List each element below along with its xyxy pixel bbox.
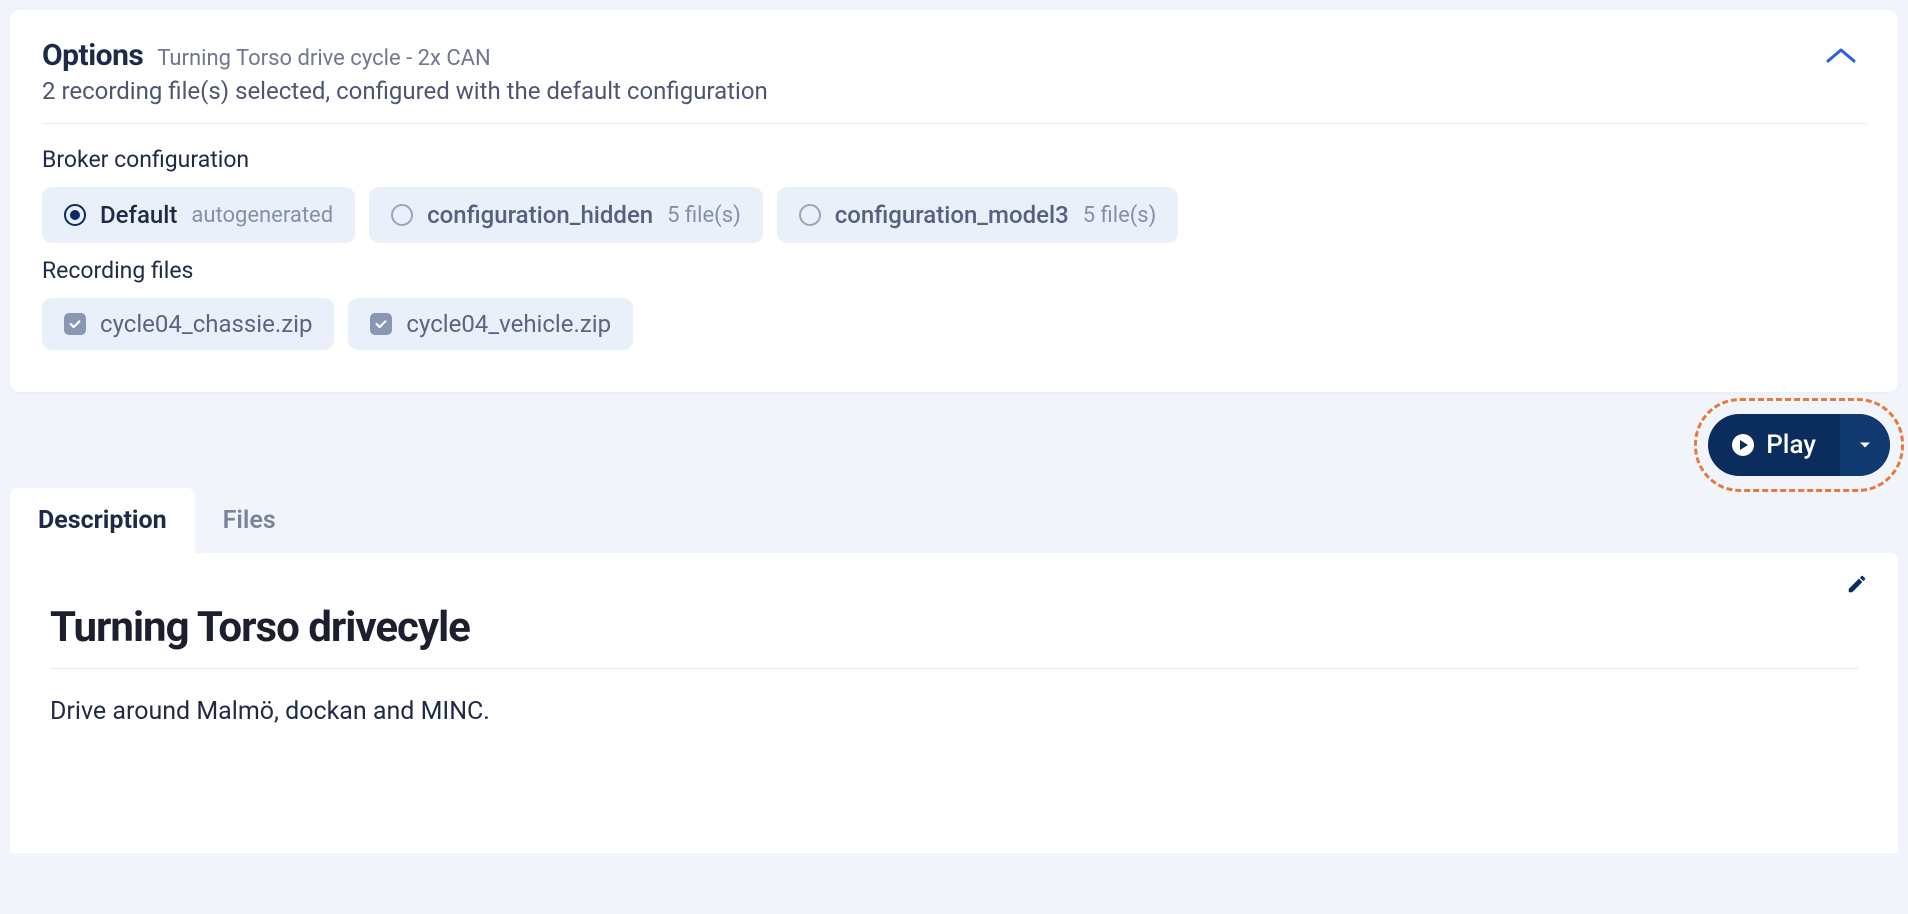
recording-file-label: cycle04_vehicle.zip <box>406 310 611 338</box>
broker-config-row: Default autogenerated configuration_hidd… <box>42 187 1866 243</box>
broker-config-hidden[interactable]: configuration_hidden 5 file(s) <box>369 187 763 243</box>
broker-section-label: Broker configuration <box>42 146 1866 173</box>
options-subtitle: Turning Torso drive cycle - 2x CAN <box>157 46 490 71</box>
tabs: Description Files <box>10 488 1898 553</box>
broker-config-model3[interactable]: configuration_model3 5 file(s) <box>777 187 1179 243</box>
description-body: Drive around Malmö, dockan and MINC. <box>50 697 1858 726</box>
checkbox-icon <box>64 313 86 335</box>
description-panel: Turning Torso drivecyle Drive around Mal… <box>10 553 1898 853</box>
options-header-text: Options Turning Torso drive cycle - 2x C… <box>42 38 1824 105</box>
recording-file-vehicle[interactable]: cycle04_vehicle.zip <box>348 298 633 350</box>
play-icon <box>1732 434 1754 456</box>
play-button[interactable]: Play <box>1708 414 1840 476</box>
caret-down-icon <box>1859 441 1871 449</box>
broker-config-label: configuration_model3 <box>835 201 1069 229</box>
recording-file-label: cycle04_chassie.zip <box>100 310 312 338</box>
action-bar: Play <box>10 392 1898 488</box>
broker-config-meta: autogenerated <box>191 203 333 228</box>
radio-icon <box>391 204 413 226</box>
broker-config-label: configuration_hidden <box>427 201 653 229</box>
edit-icon[interactable] <box>1846 573 1868 599</box>
radio-icon <box>799 204 821 226</box>
description-title: Turning Torso drivecyle <box>50 603 1858 669</box>
play-dropdown-button[interactable] <box>1840 414 1890 476</box>
chevron-up-icon[interactable] <box>1824 46 1858 70</box>
broker-config-meta: 5 file(s) <box>667 203 741 228</box>
tab-files[interactable]: Files <box>195 488 304 553</box>
recording-file-chassie[interactable]: cycle04_chassie.zip <box>42 298 334 350</box>
checkbox-icon <box>370 313 392 335</box>
broker-config-meta: 5 file(s) <box>1083 203 1157 228</box>
options-summary: 2 recording file(s) selected, configured… <box>42 77 1824 105</box>
broker-config-label: Default <box>100 201 177 229</box>
recording-files-row: cycle04_chassie.zip cycle04_vehicle.zip <box>42 298 1866 350</box>
play-split-button: Play <box>1708 414 1890 476</box>
play-button-wrap: Play <box>1708 414 1890 476</box>
play-button-label: Play <box>1766 430 1816 460</box>
options-title: Options <box>42 38 143 73</box>
tab-description[interactable]: Description <box>10 488 195 553</box>
recording-section-label: Recording files <box>42 257 1866 284</box>
options-panel: Options Turning Torso drive cycle - 2x C… <box>10 10 1898 392</box>
options-header[interactable]: Options Turning Torso drive cycle - 2x C… <box>42 38 1866 124</box>
radio-icon <box>64 204 86 226</box>
broker-config-default[interactable]: Default autogenerated <box>42 187 355 243</box>
